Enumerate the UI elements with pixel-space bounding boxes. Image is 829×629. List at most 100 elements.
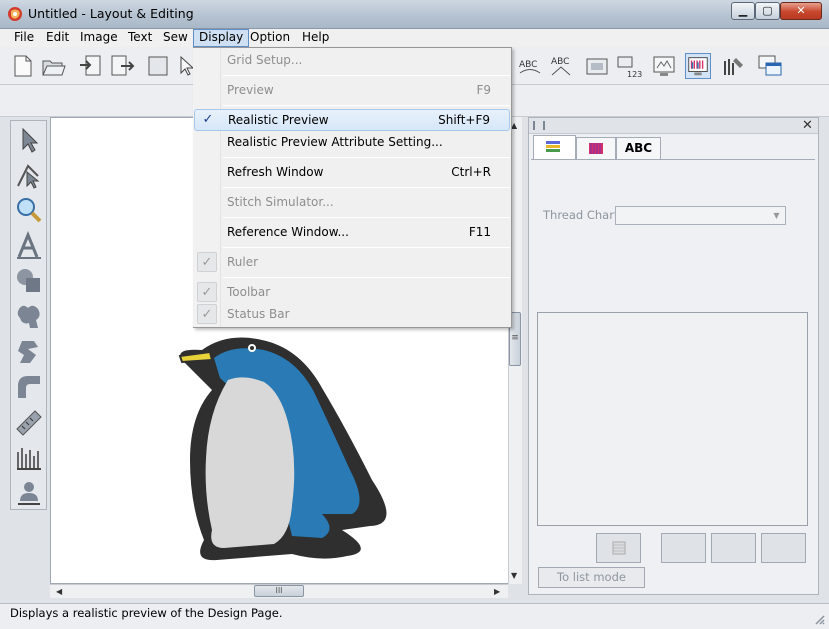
thread-color-icon xyxy=(589,143,603,154)
zoom-icon[interactable] xyxy=(14,195,44,225)
design-center-icon[interactable] xyxy=(584,53,610,79)
menu-text[interactable]: Text xyxy=(123,29,157,47)
menu-separator xyxy=(223,277,510,278)
thread-color-tab[interactable] xyxy=(576,137,616,159)
menu-image[interactable]: Image xyxy=(75,29,123,47)
app-icon xyxy=(8,7,22,21)
new-file-icon[interactable] xyxy=(10,53,36,79)
export-design-icon[interactable] xyxy=(109,53,135,79)
menu-item-realistic-preview-attribute-setting[interactable]: Realistic Preview Attribute Setting... xyxy=(194,132,510,154)
panel-grip[interactable] xyxy=(533,121,545,130)
menu-item-shortcut: Shift+F9 xyxy=(438,113,490,127)
menu-item-shortcut: F11 xyxy=(468,225,491,239)
horizontal-scroll-thumb[interactable]: III xyxy=(254,585,304,597)
tab-divider xyxy=(531,159,815,160)
manual-punch-icon[interactable] xyxy=(14,337,44,367)
penguin-embroidery-image xyxy=(178,337,387,561)
thread-swatch-button[interactable] xyxy=(596,533,641,563)
scroll-down-arrow[interactable]: ▼ xyxy=(511,571,517,580)
thread-chart-select[interactable] xyxy=(615,206,786,225)
menu-help[interactable]: Help xyxy=(297,29,334,47)
menu-separator xyxy=(223,187,510,188)
menu-item-grid-setup[interactable]: Grid Setup... xyxy=(194,50,510,72)
menu-edit[interactable]: Edit xyxy=(41,29,74,47)
menu-item-reference-window[interactable]: Reference Window... F11 xyxy=(194,222,510,244)
window-title: Untitled - Layout & Editing xyxy=(28,6,194,21)
scroll-left-arrow[interactable]: ◀ xyxy=(56,587,62,596)
minimize-button[interactable]: ▁ xyxy=(731,2,755,20)
panel-header xyxy=(529,118,818,134)
select-arrow-icon[interactable] xyxy=(14,125,44,155)
menu-item-label: Toolbar xyxy=(227,285,271,299)
text-arc-icon[interactable]: ABC xyxy=(517,53,543,79)
menu-item-label: Preview xyxy=(227,83,274,97)
menu-item-toolbar[interactable]: ✓ Toolbar xyxy=(194,282,510,304)
menu-separator xyxy=(223,75,510,76)
menu-item-preview[interactable]: Preview F9 xyxy=(194,80,510,102)
maximize-button[interactable]: ▢ xyxy=(755,2,780,20)
thread-color-list[interactable] xyxy=(537,312,808,526)
menu-item-stitch-simulator[interactable]: Stitch Simulator... xyxy=(194,192,510,214)
thread-list-icon xyxy=(546,141,560,152)
color-button-1[interactable] xyxy=(661,533,706,563)
reference-window-icon[interactable] xyxy=(757,53,783,79)
menu-item-label: Realistic Preview xyxy=(228,113,329,127)
text-tab[interactable]: ABC xyxy=(616,137,661,159)
menu-item-label: Reference Window... xyxy=(227,225,349,239)
menu-item-status-bar[interactable]: ✓ Status Bar xyxy=(194,304,510,326)
menu-item-label: Refresh Window xyxy=(227,165,324,179)
menu-sew[interactable]: Sew xyxy=(158,29,193,47)
preview-window-icon[interactable] xyxy=(651,53,677,79)
thread-list-tab[interactable] xyxy=(533,135,576,159)
tool-palette xyxy=(10,120,47,510)
menu-bar: File Edit Image Text Sew Display Option … xyxy=(0,29,829,47)
import-design-icon[interactable] xyxy=(78,53,104,79)
color-button-3[interactable] xyxy=(761,533,806,563)
text-outline-icon[interactable]: ABC xyxy=(548,53,574,79)
outline-tool-icon[interactable] xyxy=(14,372,44,402)
close-button[interactable]: ✕ xyxy=(780,2,822,20)
menu-item-shortcut: F9 xyxy=(476,83,491,97)
svg-text:123: 123 xyxy=(627,70,642,79)
menu-item-ruler[interactable]: ✓ Ruler xyxy=(194,252,510,274)
point-edit-icon[interactable] xyxy=(14,160,44,190)
to-list-mode-button[interactable]: To list mode xyxy=(538,567,645,588)
figure-icon[interactable] xyxy=(14,477,44,507)
menu-item-label: Status Bar xyxy=(227,307,290,321)
menu-separator xyxy=(223,217,510,218)
menu-separator xyxy=(223,247,510,248)
chevron-down-icon: ▼ xyxy=(773,211,780,220)
grid-icon xyxy=(612,541,626,555)
menu-separator xyxy=(223,157,510,158)
menu-item-realistic-preview[interactable]: ✓ Realistic Preview Shift+F9 xyxy=(194,109,510,131)
shape-tool-icon[interactable] xyxy=(14,266,44,296)
menu-file[interactable]: File xyxy=(9,29,39,47)
design-page-icon[interactable] xyxy=(145,53,171,79)
text-tool-icon[interactable] xyxy=(14,231,44,261)
stitch-count-icon[interactable]: 123 xyxy=(616,53,642,79)
panel-close-button[interactable]: ✕ xyxy=(802,118,813,133)
color-button-2[interactable] xyxy=(711,533,756,563)
scroll-right-arrow[interactable]: ▶ xyxy=(494,587,500,596)
measure-tool-icon[interactable] xyxy=(14,407,44,437)
menu-option[interactable]: Option xyxy=(245,29,295,47)
sew-machine-icon[interactable] xyxy=(721,53,747,79)
menu-item-label: Stitch Simulator... xyxy=(227,195,334,209)
sew-attribute-icon[interactable] xyxy=(14,442,44,472)
realistic-preview-icon[interactable] xyxy=(685,53,711,79)
status-text: Displays a realistic preview of the Desi… xyxy=(10,606,283,620)
open-file-icon[interactable] xyxy=(40,53,66,79)
menu-display[interactable]: Display xyxy=(193,29,250,47)
resize-grip-icon[interactable] xyxy=(812,612,826,626)
stamp-tool-icon[interactable] xyxy=(14,301,44,331)
svg-text:ABC: ABC xyxy=(551,57,569,67)
thread-chart-label: Thread Chart: xyxy=(543,208,623,222)
menu-item-shortcut: Ctrl+R xyxy=(451,165,491,179)
svg-text:ABC: ABC xyxy=(519,60,537,70)
checkmark-icon: ✓ xyxy=(197,252,217,272)
checkmark-icon: ✓ xyxy=(202,112,214,127)
menu-item-refresh-window[interactable]: Refresh Window Ctrl+R xyxy=(194,162,510,184)
menu-separator xyxy=(223,105,510,106)
menu-item-label: Ruler xyxy=(227,255,259,269)
checkmark-icon: ✓ xyxy=(197,304,217,324)
